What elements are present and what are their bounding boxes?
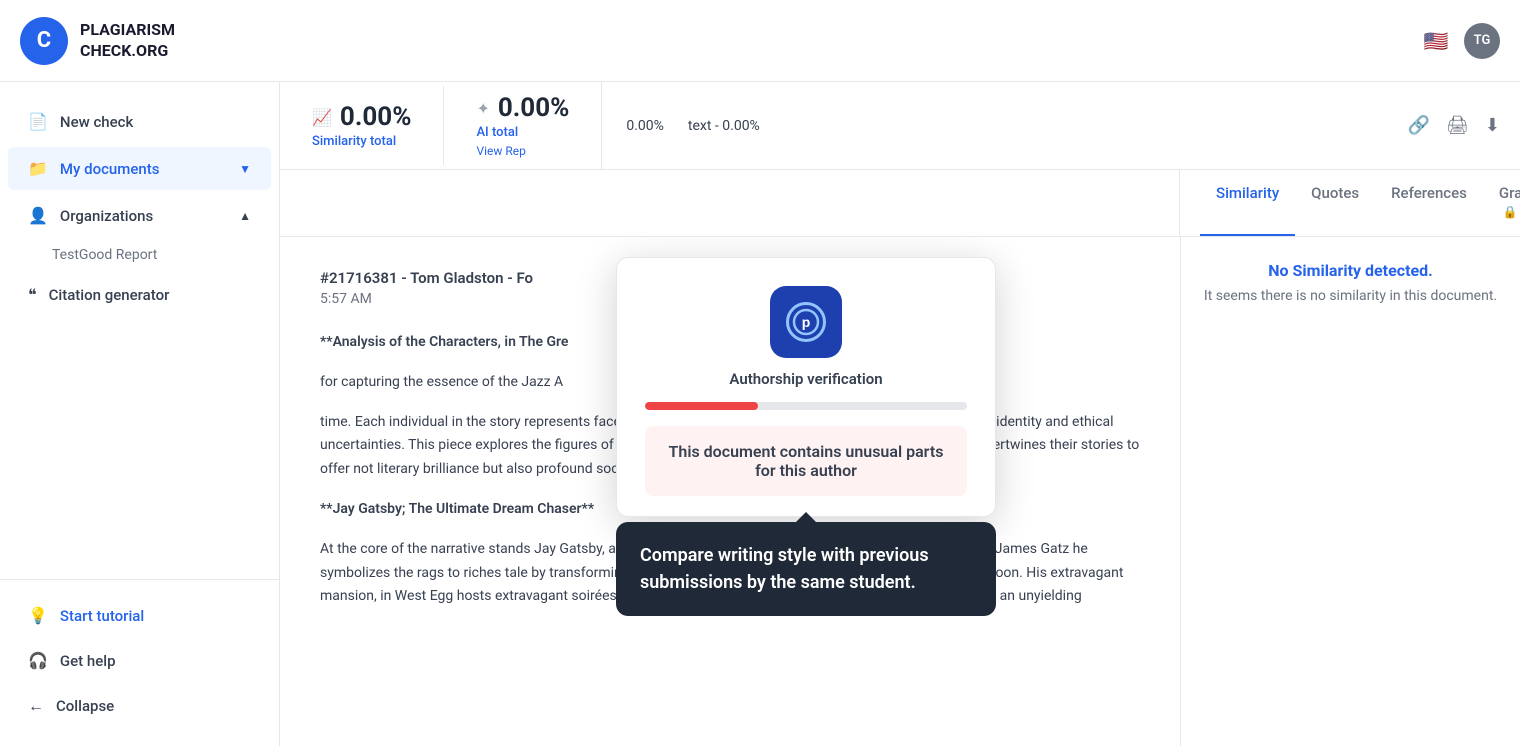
header-left: C PLAGIARISM CHECK.ORG xyxy=(20,17,175,65)
collapse-label: Collapse xyxy=(56,697,114,715)
tabs-row: Similarity Quotes References Grammar 🔒 xyxy=(280,170,1520,237)
document-right: #21716381 - Tom Gladston - Fo 5:57 AM **… xyxy=(280,237,1520,746)
ai-label: AI total xyxy=(476,125,569,140)
share-icon[interactable]: 🔗 xyxy=(1408,115,1430,136)
arrow-left-icon: ← xyxy=(28,696,44,716)
sidebar: 📄 New check 📁 My documents ▼ 👤 Organizat… xyxy=(0,82,280,746)
sidebar-item-help[interactable]: 🎧 Get help xyxy=(8,639,271,682)
sidebar-item-collapse[interactable]: ← Collapse xyxy=(8,684,271,728)
authorship-modal[interactable]: p Authorship verification xyxy=(616,257,996,517)
flag-icon[interactable]: 🇺🇸 xyxy=(1420,25,1452,57)
stats-bar: 📈 0.00% Similarity total ✦ 0.00% AI tota… xyxy=(280,82,1520,170)
ai-icon: ✦ xyxy=(476,99,489,118)
authorship-title: Authorship verification xyxy=(645,370,967,388)
authorship-alert: This document contains unusual parts for… xyxy=(645,426,967,496)
sidebar-item-new-check[interactable]: 📄 New check xyxy=(8,100,271,143)
sidebar-sub-report[interactable]: TestGood Report xyxy=(0,239,279,271)
doc-panel-header-spacer xyxy=(280,170,1180,236)
main-layout: 📄 New check 📁 My documents ▼ 👤 Organizat… xyxy=(0,82,1520,746)
similarity-stat: 📈 0.00% Similarity total xyxy=(280,86,444,165)
organizations-label: Organizations xyxy=(60,207,153,225)
help-label: Get help xyxy=(60,652,116,670)
new-check-label: New check xyxy=(60,113,133,131)
authorship-progress-fill xyxy=(645,402,758,410)
view-report-link[interactable]: View Rep xyxy=(476,144,569,158)
excluded-label: text - 0.00% xyxy=(688,118,760,134)
stats-right: 0.00% text - 0.00% xyxy=(602,102,1407,150)
header: C PLAGIARISM CHECK.ORG 🇺🇸 TG xyxy=(0,0,1520,82)
sidebar-item-tutorial[interactable]: 💡 Start tutorial xyxy=(8,594,271,637)
similarity-panel: No Similarity detected. It seems there i… xyxy=(1180,237,1520,746)
header-right: 🇺🇸 TG xyxy=(1420,23,1500,59)
logo-icon: C xyxy=(20,17,68,65)
tab-similarity[interactable]: Similarity xyxy=(1200,170,1295,236)
document-panel: #21716381 - Tom Gladston - Fo 5:57 AM **… xyxy=(280,237,1180,746)
print-icon[interactable]: 🖨 xyxy=(1446,115,1469,136)
bulb-icon: 💡 xyxy=(28,606,48,625)
excluded-pct: 0.00% xyxy=(626,118,664,134)
authorship-icon-wrap: p xyxy=(645,286,967,358)
right-tabs: Similarity Quotes References Grammar 🔒 xyxy=(1180,170,1520,236)
ai-stat: ✦ 0.00% AI total View Rep xyxy=(444,82,602,174)
svg-text:p: p xyxy=(802,314,811,330)
tab-quotes[interactable]: Quotes xyxy=(1295,170,1375,236)
doc-section-body: At the core of the narrative stands Jay … xyxy=(320,538,1140,609)
tab-references[interactable]: References xyxy=(1375,170,1483,236)
no-similarity-text: It seems there is no similarity in this … xyxy=(1201,288,1500,304)
ai-pct: 0.00% xyxy=(498,93,570,123)
authorship-icon-inner: p xyxy=(786,302,826,342)
authorship-progress-bar xyxy=(645,402,967,410)
citation-label: Citation generator xyxy=(49,286,170,304)
folder-icon: 📁 xyxy=(28,159,48,178)
document-icon: 📄 xyxy=(28,112,48,131)
similarity-label: Similarity total xyxy=(312,134,411,149)
tabs-and-content: Similarity Quotes References Grammar 🔒 xyxy=(280,170,1520,746)
avatar[interactable]: TG xyxy=(1464,23,1500,59)
sidebar-bottom: 💡 Start tutorial 🎧 Get help ← Collapse xyxy=(0,579,279,730)
sidebar-item-organizations[interactable]: 👤 Organizations ▲ xyxy=(8,194,271,237)
person-icon: 👤 xyxy=(28,206,48,225)
quote-icon: ❝ xyxy=(28,285,37,304)
chevron-down-icon: ▼ xyxy=(239,162,251,176)
tab-grammar[interactable]: Grammar 🔒 xyxy=(1483,170,1520,236)
sidebar-item-my-documents[interactable]: 📁 My documents ▼ xyxy=(8,147,271,190)
lock-icon: 🔒 xyxy=(1503,205,1518,219)
help-icon: 🎧 xyxy=(28,651,48,670)
authorship-icon-bg: p xyxy=(770,286,842,358)
content-area: 📈 0.00% Similarity total ✦ 0.00% AI tota… xyxy=(280,82,1520,746)
similarity-pct: 0.00% xyxy=(340,102,412,132)
download-icon[interactable]: ⬇ xyxy=(1485,115,1500,136)
tutorial-label: Start tutorial xyxy=(60,607,144,625)
chart-icon: 📈 xyxy=(312,108,332,127)
logo-text: PLAGIARISM CHECK.ORG xyxy=(80,20,175,62)
action-icons: 🔗 🖨 ⬇ xyxy=(1408,115,1520,136)
sidebar-item-citation[interactable]: ❝ Citation generator xyxy=(8,273,271,316)
authorship-svg-icon: p xyxy=(791,307,821,337)
my-documents-label: My documents xyxy=(60,160,160,178)
no-similarity-title: No Similarity detected. xyxy=(1201,261,1500,280)
chevron-up-icon: ▲ xyxy=(239,209,251,223)
